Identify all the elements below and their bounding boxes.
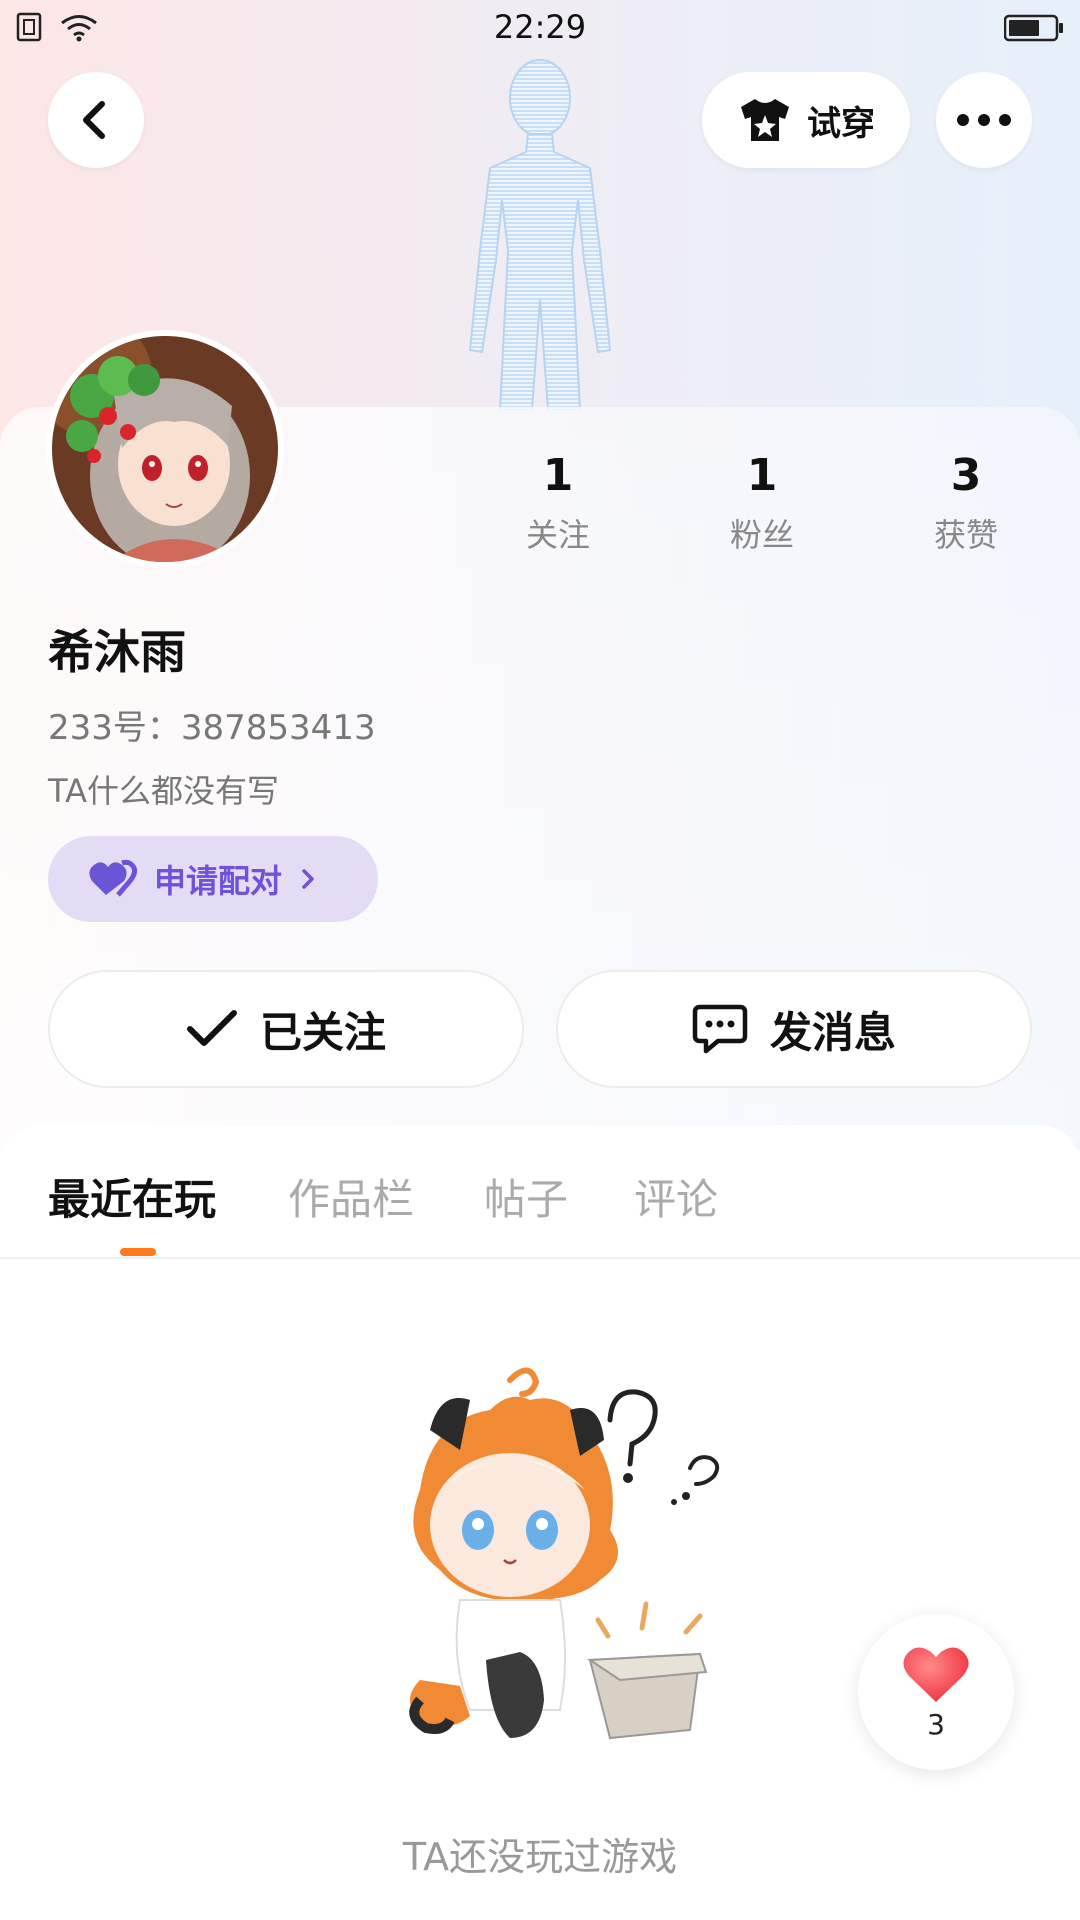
tab-works[interactable]: 作品栏	[288, 1166, 414, 1227]
heart-icon	[903, 1646, 969, 1702]
avatar-hologram-figure	[468, 59, 612, 410]
stat-followers-count: 1	[746, 450, 778, 501]
avatar[interactable]	[46, 330, 284, 568]
chevron-left-icon	[83, 101, 105, 139]
more-button[interactable]	[936, 72, 1032, 168]
status-bar: 22:29	[0, 0, 1080, 56]
profile-bio: TA什么都没有写	[48, 772, 279, 810]
stat-following[interactable]: 1 关注	[478, 448, 638, 556]
stat-likes-label: 获赞	[933, 516, 998, 554]
send-message-button[interactable]: 发消息	[556, 970, 1032, 1088]
hearts-icon	[89, 859, 138, 897]
apply-pair-button[interactable]: 申请配对	[48, 836, 378, 922]
tab-posts[interactable]: 帖子	[484, 1166, 568, 1227]
tab-divider	[0, 1257, 1080, 1259]
stat-followers[interactable]: 1 粉丝	[682, 448, 842, 556]
stat-following-label: 关注	[525, 516, 590, 554]
profile-name: 希沐雨	[48, 625, 186, 679]
avatar-image	[52, 336, 278, 562]
chevron-right-icon	[302, 869, 314, 889]
status-time: 22:29	[493, 8, 587, 46]
battery-icon	[1004, 14, 1063, 42]
stat-likes[interactable]: 3 获赞	[886, 448, 1046, 556]
try-on-button[interactable]: 试穿	[702, 72, 910, 168]
empty-state-illustration	[409, 1367, 720, 1740]
tab-comments[interactable]: 评论	[634, 1166, 718, 1227]
apply-pair-label: 申请配对	[154, 862, 283, 900]
check-icon	[186, 1010, 237, 1046]
try-on-label: 试穿	[807, 103, 875, 144]
like-count: 3	[927, 1707, 945, 1741]
back-button[interactable]	[48, 72, 144, 168]
tshirt-icon	[741, 99, 789, 141]
stat-followers-label: 粉丝	[729, 516, 794, 554]
tab-active-indicator	[120, 1248, 156, 1256]
tab-recently-played[interactable]: 最近在玩	[48, 1166, 216, 1227]
followed-button[interactable]: 已关注	[48, 970, 524, 1088]
followed-label: 已关注	[259, 1007, 386, 1057]
chat-bubble-icon	[692, 1004, 748, 1054]
empty-state-text: TA还没玩过游戏	[402, 1835, 678, 1879]
send-message-label: 发消息	[769, 1007, 896, 1057]
stat-likes-count: 3	[950, 450, 982, 501]
profile-uid: 233号：387853413	[48, 708, 376, 748]
stat-following-count: 1	[542, 450, 574, 501]
like-button[interactable]: 3	[858, 1614, 1014, 1770]
more-dots-icon	[957, 114, 1011, 126]
